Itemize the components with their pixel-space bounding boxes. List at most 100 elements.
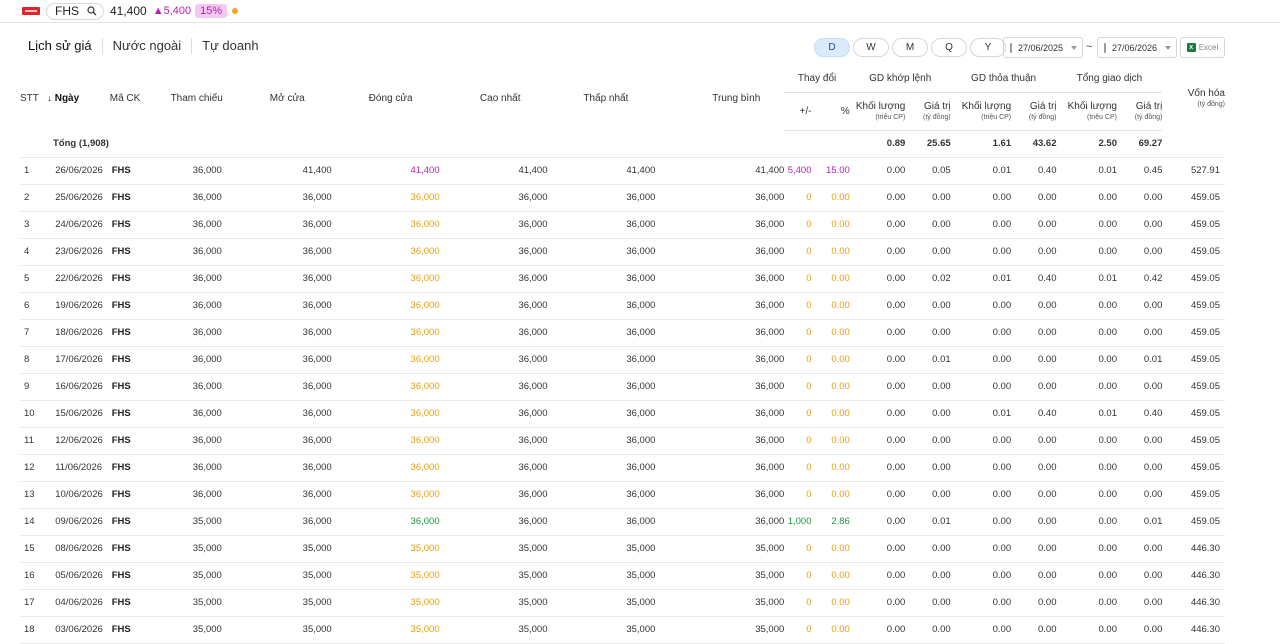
- row-high: 36,000: [460, 400, 569, 428]
- date-to-picker[interactable]: 27/06/2026: [1097, 37, 1177, 58]
- row-avg: 36,000: [676, 211, 785, 239]
- row-ref: 36,000: [160, 400, 245, 428]
- row-ref: 36,000: [160, 427, 245, 455]
- row-avg: 35,000: [676, 589, 785, 617]
- row-change-pct: 2.86: [811, 508, 850, 536]
- col-header-mcap-label: Vốn hóa: [1187, 87, 1225, 99]
- table-row[interactable]: 14 09/06/2026 FHS 35,000 36,000 36,000 36,000 3…: [20, 508, 1225, 536]
- row-stt: 1: [20, 157, 48, 185]
- row-close: 36,000: [352, 238, 461, 266]
- tab-foreign[interactable]: Nước ngoài: [101, 38, 192, 54]
- row-code: FHS: [109, 292, 161, 320]
- row-high: 36,000: [460, 346, 569, 374]
- row-total-volume: 0.00: [1056, 616, 1117, 644]
- row-date: 23/06/2026: [47, 238, 110, 266]
- table-row[interactable]: 12 11/06/2026 FHS 36,000 36,000 36,000 36,000 3…: [20, 454, 1225, 482]
- row-matched-value: 0.00: [905, 238, 951, 266]
- col-header-code: Mã CK: [109, 92, 141, 104]
- table-row[interactable]: 3 24/06/2026 FHS 36,000 36,000 36,000 36,000 36…: [20, 211, 1225, 239]
- row-deal-volume: 0.01: [950, 265, 1012, 293]
- table-row[interactable]: 1 26/06/2026 FHS 36,000 41,400 41,400 41,400 41…: [20, 157, 1225, 185]
- row-deal-volume: 0.00: [950, 508, 1012, 536]
- row-matched-volume: 0.00: [849, 508, 906, 536]
- row-mcap: 459.05: [1162, 319, 1225, 347]
- period-button-year[interactable]: Y: [970, 38, 1006, 57]
- row-code: FHS: [109, 589, 161, 617]
- table-row[interactable]: 2 25/06/2026 FHS 36,000 36,000 36,000 36,000 36…: [20, 184, 1225, 212]
- row-matched-value: 0.00: [905, 427, 951, 455]
- row-total-value: 0.00: [1116, 238, 1163, 266]
- row-total-volume: 0.00: [1056, 238, 1117, 266]
- row-open: 36,000: [244, 454, 353, 482]
- table-row[interactable]: 5 22/06/2026 FHS 36,000 36,000 36,000 36,000 36…: [20, 265, 1225, 293]
- col-header-ref: Tham chiếu: [160, 66, 245, 130]
- row-avg: 36,000: [676, 454, 785, 482]
- row-ref: 36,000: [160, 373, 245, 401]
- period-button-month[interactable]: M: [892, 38, 928, 57]
- row-deal-volume: 0.00: [950, 535, 1012, 563]
- row-low: 36,000: [568, 319, 677, 347]
- search-icon[interactable]: [87, 6, 97, 16]
- brand-logo[interactable]: [22, 7, 40, 15]
- row-low: 35,000: [568, 616, 677, 644]
- row-low: 36,000: [568, 481, 677, 509]
- volume-label: Khối lượng: [855, 100, 906, 112]
- row-ref: 36,000: [160, 292, 245, 320]
- row-total-value: 0.00: [1116, 184, 1163, 212]
- table-row[interactable]: 9 16/06/2026 FHS 36,000 36,000 36,000 36,000 36…: [20, 373, 1225, 401]
- row-close: 36,000: [352, 319, 461, 347]
- ticker-symbol[interactable]: FHS: [55, 4, 79, 18]
- table-row[interactable]: 17 04/06/2026 FHS 35,000 35,000 35,000 35,000 3…: [20, 589, 1225, 617]
- row-code: FHS: [109, 427, 161, 455]
- col-header-date[interactable]: ↓ Ngày: [47, 66, 110, 130]
- row-open: 36,000: [244, 508, 353, 536]
- table-row[interactable]: 15 08/06/2026 FHS 35,000 35,000 35,000 35,000 3…: [20, 535, 1225, 563]
- table-row[interactable]: 18 03/06/2026 FHS 35,000 35,000 35,000 35,000 3…: [20, 616, 1225, 644]
- row-total-volume: 0.00: [1056, 292, 1117, 320]
- row-mcap: 459.05: [1162, 292, 1225, 320]
- row-open: 36,000: [244, 427, 353, 455]
- row-matched-volume: 0.00: [849, 184, 906, 212]
- row-mcap: 527.91: [1162, 157, 1225, 185]
- row-high: 36,000: [460, 292, 569, 320]
- row-total-volume: 0.00: [1056, 562, 1117, 590]
- tab-proprietary[interactable]: Tự doanh: [191, 38, 268, 54]
- period-button-quarter[interactable]: Q: [931, 38, 967, 57]
- period-button-week[interactable]: W: [853, 38, 889, 57]
- row-ref: 36,000: [160, 184, 245, 212]
- row-change-pct: 0.00: [811, 265, 850, 293]
- row-total-volume: 0.00: [1056, 508, 1117, 536]
- row-change-pct: 0.00: [811, 184, 850, 212]
- table-row[interactable]: 8 17/06/2026 FHS 36,000 36,000 36,000 36,000 36…: [20, 346, 1225, 374]
- date-from-picker[interactable]: 27/06/2025: [1003, 37, 1083, 58]
- excel-export-button[interactable]: x Excel: [1180, 37, 1225, 58]
- table-row[interactable]: 6 19/06/2026 FHS 36,000 36,000 36,000 36,000 36…: [20, 292, 1225, 320]
- row-date: 16/06/2026: [47, 373, 110, 401]
- table-row[interactable]: 16 05/06/2026 FHS 35,000 35,000 35,000 35,000 3…: [20, 562, 1225, 590]
- row-deal-volume: 0.00: [950, 319, 1012, 347]
- volume-unit: (triệu CP): [875, 113, 906, 121]
- row-open: 36,000: [244, 481, 353, 509]
- row-high: 35,000: [460, 535, 569, 563]
- row-matched-volume: 0.00: [849, 454, 906, 482]
- period-button-day[interactable]: D: [814, 38, 850, 57]
- ticker-search[interactable]: FHS: [46, 2, 104, 20]
- row-total-value: 0.01: [1116, 346, 1163, 374]
- row-mcap: 459.05: [1162, 373, 1225, 401]
- row-avg: 36,000: [676, 265, 785, 293]
- row-total-value: 0.01: [1116, 508, 1163, 536]
- table-row[interactable]: 4 23/06/2026 FHS 36,000 36,000 36,000 36,000 36…: [20, 238, 1225, 266]
- total-empty-cell: [1162, 130, 1225, 158]
- col-header-deal-volume: Khối lượng (triệu CP): [950, 92, 1012, 131]
- total-row: Tổng (1,908) 0.89 25.65 1.61 43.62 2.50 …: [20, 130, 1225, 158]
- table-row[interactable]: 7 18/06/2026 FHS 36,000 36,000 36,000 36,000 36…: [20, 319, 1225, 347]
- row-low: 36,000: [568, 346, 677, 374]
- table-row[interactable]: 13 10/06/2026 FHS 36,000 36,000 36,000 36,000 3…: [20, 481, 1225, 509]
- value-unit: (tỷ đồng): [923, 113, 951, 121]
- row-code: FHS: [109, 265, 161, 293]
- table-row[interactable]: 11 12/06/2026 FHS 36,000 36,000 36,000 36,000 3…: [20, 427, 1225, 455]
- tab-price-history[interactable]: Lịch sử giá: [28, 38, 102, 54]
- table-row[interactable]: 10 15/06/2026 FHS 36,000 36,000 36,000 36,000 3…: [20, 400, 1225, 428]
- row-matched-value: 0.02: [905, 265, 951, 293]
- excel-icon: x: [1186, 43, 1196, 52]
